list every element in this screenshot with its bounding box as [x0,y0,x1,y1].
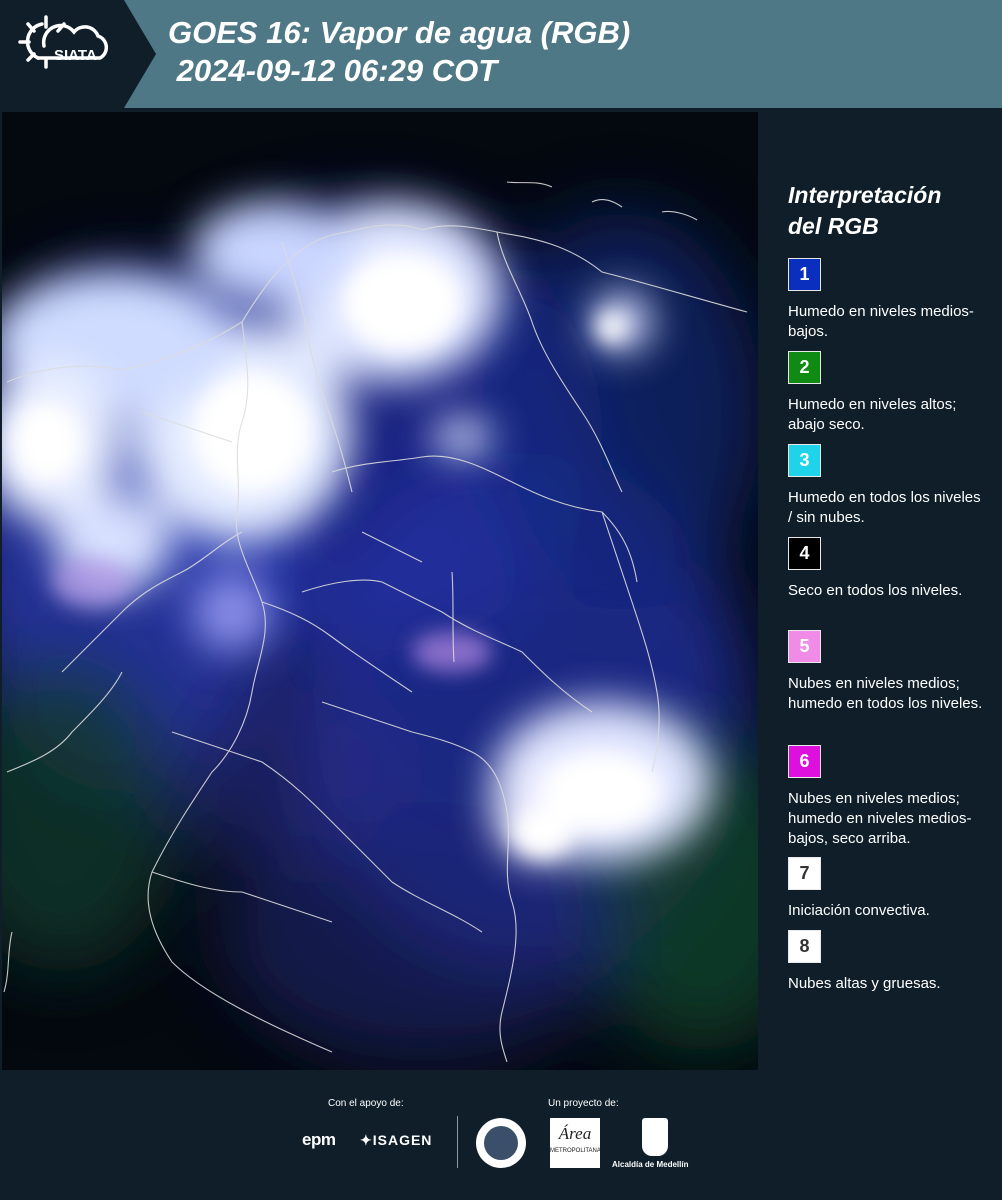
legend-description: Humedo en todos los niveles / sin nubes. [788,489,981,526]
legend-item: 3 Humedo en todos los niveles / sin nube… [788,444,988,528]
legend-description: Nubes altas y gruesas. [788,975,941,992]
legend-swatch: 1 [788,258,821,291]
legend-item: 1 Humedo en niveles medios-bajos. [788,258,988,342]
area-logo-text: Área [558,1124,592,1143]
isagen-text: ISAGEN [372,1132,433,1148]
area-logo-subtext: METROPOLITANA [550,1148,601,1154]
legend-swatch: 5 [788,630,821,663]
legend-item: 6 Nubes en niveles medios; humedo en niv… [788,745,988,849]
medellin-seal-logo [476,1118,526,1168]
legend-item: 4 Seco en todos los niveles. [788,537,988,601]
alcaldia-shield-icon [642,1118,668,1156]
legend-swatch: 6 [788,745,821,778]
project-label: Un proyecto de: [548,1098,619,1109]
legend-description: Nubes en niveles medios; humedo en nivel… [788,790,972,847]
legend-item: 8 Nubes altas y gruesas. [788,930,988,994]
page-title: GOES 16: Vapor de agua (RGB) 2024-09-12 … [168,15,631,88]
epm-logo: epm [302,1130,336,1149]
legend-title: Interpretación del RGB [788,180,988,242]
legend-description: Nubes en niveles medios; humedo en todos… [788,675,983,712]
legend-description: Humedo en niveles altos; abajo seco. [788,396,957,433]
siata-logo-text: SIATA [54,47,97,64]
legend-item: 2 Humedo en niveles altos; abajo seco. [788,351,988,435]
satellite-map [2,112,758,1070]
legend-swatch: 7 [788,857,821,890]
legend-title-text: Interpretación del RGB [788,182,942,239]
header-bar: SIATA GOES 16: Vapor de agua (RGB) 2024-… [0,0,1002,108]
legend-swatch: 2 [788,351,821,384]
legend-description: Iniciación convectiva. [788,902,930,919]
siata-logo: SIATA [0,0,160,108]
legend-description: Seco en todos los niveles. [788,582,963,599]
legend-description: Humedo en niveles medios-bajos. [788,303,974,340]
legend-swatch: 4 [788,537,821,570]
area-metropolitana-logo: Área METROPOLITANA [550,1118,601,1168]
isagen-icon: ✦ [360,1132,373,1148]
footer-divider [457,1116,458,1168]
legend-item: 5 Nubes en niveles medios; humedo en tod… [788,630,988,714]
alcaldia-logo-text: Alcaldía de Medellín [612,1160,689,1169]
legend-item: 7 Iniciación convectiva. [788,857,988,921]
isagen-logo: ✦ISAGEN [360,1132,432,1149]
rgb-legend: Interpretación del RGB 1 Humedo en nivel… [788,180,988,992]
medellin-seal-inner [484,1126,518,1160]
footer: Con el apoyo de: Un proyecto de: epm ✦IS… [0,1072,1002,1200]
legend-swatch: 3 [788,444,821,477]
support-label: Con el apoyo de: [328,1098,404,1109]
legend-swatch: 8 [788,930,821,963]
